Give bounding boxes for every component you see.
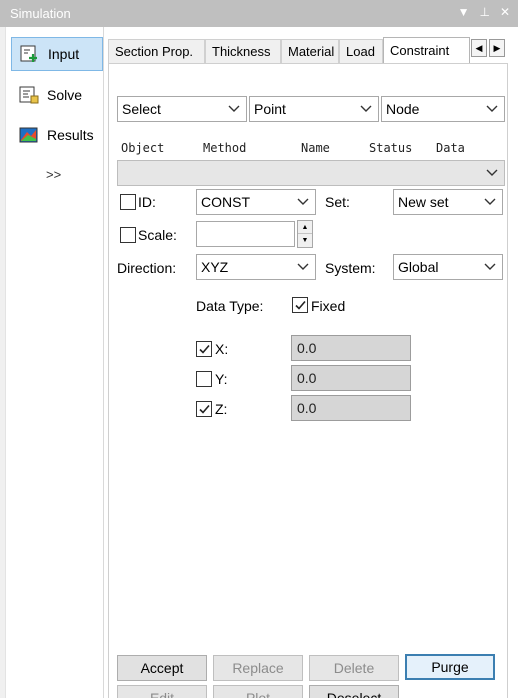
select-combo[interactable]: Select — [117, 96, 247, 122]
dropdown-icon[interactable]: ▼ — [458, 5, 470, 19]
x-label: X: — [215, 341, 229, 357]
tab-material[interactable]: Material — [281, 39, 339, 63]
sidebar-nav: Input Solve Results >> — [6, 27, 104, 698]
tab-load[interactable]: Load — [339, 39, 383, 63]
chevron-down-icon — [484, 263, 496, 270]
expand-more-button[interactable]: >> — [46, 167, 61, 182]
data-type-label: Data Type: — [196, 298, 264, 314]
y-label: Y: — [215, 371, 228, 387]
object-list-combo[interactable] — [117, 160, 505, 186]
tab-constraint[interactable]: Constraint — [383, 37, 470, 63]
tab-strip: Section Prop. Thickness Material Load Co… — [108, 37, 470, 63]
edit-button[interactable]: Edit — [117, 685, 207, 698]
window-titlebar: Simulation ▼ ⊥ ✕ — [0, 0, 518, 27]
input-icon — [20, 45, 40, 63]
chevron-down-icon — [297, 198, 309, 205]
direction-label: Direction: — [117, 260, 177, 276]
chevron-down-icon — [484, 198, 496, 205]
id-label: ID: — [138, 194, 156, 210]
scale-label: Scale: — [138, 227, 177, 243]
tab-scroll-right-icon[interactable]: ▶ — [489, 39, 505, 57]
chevron-down-icon — [360, 105, 372, 112]
id-checkbox[interactable] — [120, 194, 136, 210]
column-method: Method — [203, 141, 247, 155]
point-value: Point — [254, 101, 286, 117]
scale-spinner[interactable]: ▲ ▼ — [297, 220, 313, 248]
replace-button[interactable]: Replace — [213, 655, 303, 681]
scale-input[interactable] — [196, 221, 295, 247]
spin-down-icon[interactable]: ▼ — [298, 234, 312, 247]
nav-item-results[interactable]: Results — [11, 118, 103, 152]
nav-item-label: Input — [48, 46, 80, 62]
direction-combo[interactable]: XYZ — [196, 254, 316, 280]
fixed-checkbox[interactable] — [292, 297, 308, 313]
chevron-down-icon — [486, 169, 498, 176]
z-value-field[interactable]: 0.0 — [291, 395, 411, 421]
delete-button[interactable]: Delete — [309, 655, 399, 681]
chevron-down-icon — [228, 105, 240, 112]
checkmark-icon — [199, 344, 210, 354]
column-name: Name — [301, 141, 330, 155]
z-label: Z: — [215, 401, 228, 417]
checkmark-icon — [199, 404, 210, 414]
select-value: Select — [122, 101, 161, 117]
set-value: New set — [398, 194, 449, 210]
node-combo[interactable]: Node — [381, 96, 505, 122]
system-value: Global — [398, 259, 439, 275]
tab-scroll-left-icon[interactable]: ◀ — [471, 39, 487, 57]
direction-value: XYZ — [201, 259, 229, 275]
set-label: Set: — [325, 194, 350, 210]
x-checkbox[interactable] — [196, 341, 212, 357]
plot-button[interactable]: Plot — [213, 685, 303, 698]
results-icon — [19, 126, 39, 144]
tab-thickness[interactable]: Thickness — [205, 39, 281, 63]
close-icon[interactable]: ✕ — [500, 5, 510, 19]
nav-item-label: Results — [47, 127, 94, 143]
chevron-down-icon — [297, 263, 309, 270]
spin-up-icon[interactable]: ▲ — [298, 221, 312, 234]
x-value-field[interactable]: 0.0 — [291, 335, 411, 361]
nav-item-solve[interactable]: Solve — [11, 78, 103, 112]
accept-button[interactable]: Accept — [117, 655, 207, 681]
constraint-panel: Section Prop. Thickness Material Load Co… — [105, 27, 518, 698]
system-combo[interactable]: Global — [393, 254, 503, 280]
set-combo[interactable]: New set — [393, 189, 503, 215]
solve-icon — [19, 86, 39, 104]
id-value: CONST — [201, 194, 250, 210]
tab-content: Select Point Node Object Method Name Sta… — [108, 63, 508, 698]
column-status: Status — [369, 141, 413, 155]
nav-item-input[interactable]: Input — [11, 37, 103, 71]
column-object: Object — [121, 141, 165, 155]
tab-scroll: ◀ ▶ — [471, 39, 505, 57]
purge-button[interactable]: Purge — [405, 654, 495, 680]
node-value: Node — [386, 101, 420, 117]
nav-item-label: Solve — [47, 87, 83, 103]
chevron-down-icon — [486, 105, 498, 112]
tab-section-prop[interactable]: Section Prop. — [108, 39, 205, 63]
window-title: Simulation — [10, 6, 71, 21]
id-combo[interactable]: CONST — [196, 189, 316, 215]
y-checkbox[interactable] — [196, 371, 212, 387]
checkmark-icon — [295, 300, 306, 310]
column-data: Data — [436, 141, 465, 155]
z-checkbox[interactable] — [196, 401, 212, 417]
y-value-field[interactable]: 0.0 — [291, 365, 411, 391]
system-label: System: — [325, 260, 376, 276]
scale-checkbox[interactable] — [120, 227, 136, 243]
pin-icon[interactable]: ⊥ — [479, 5, 489, 19]
point-combo[interactable]: Point — [249, 96, 379, 122]
fixed-label: Fixed — [311, 298, 346, 314]
deselect-button[interactable]: Deselect — [309, 685, 399, 698]
